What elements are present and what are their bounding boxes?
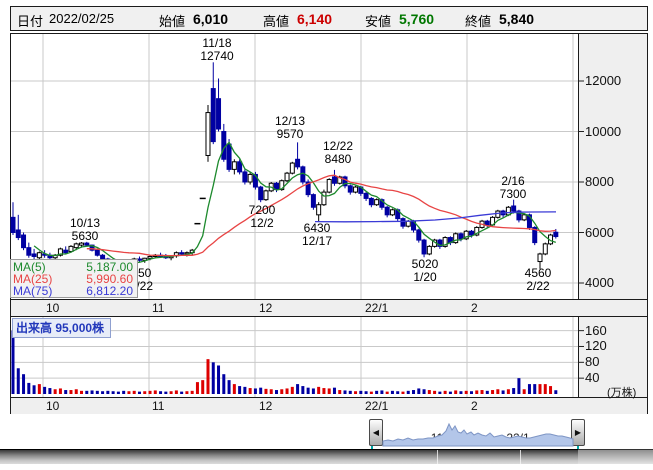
timeline-scrollbar-track[interactable] <box>578 449 653 464</box>
price-axis-label: 6000 <box>585 224 614 240</box>
quote-header-bar: 日付 2022/02/25 始値 6,010 高値 6,140 安値 5,760… <box>10 6 648 31</box>
navigator-month-label: 22/1 <box>506 431 530 445</box>
chart-annotation: 4560 2/22 <box>525 267 552 293</box>
volume-unit-label: (万株) <box>607 387 637 399</box>
ma75-label: MA(75) <box>13 284 53 298</box>
close-label: 終値 <box>465 14 492 29</box>
chart-annotation: 5020 1/20 <box>412 258 439 284</box>
open-value: 6,010 <box>193 11 229 27</box>
annotation-line: 5630 <box>71 229 99 243</box>
price-axis-label: 10000 <box>585 123 622 139</box>
month-label: 11 <box>152 301 165 315</box>
month-label: 22/1 <box>365 301 389 315</box>
chart-annotation: 6430 12/17 <box>302 222 332 248</box>
annotation-line: 7300 <box>499 187 527 201</box>
navigator-right-arrow-button[interactable]: ▶ <box>571 419 585 446</box>
month-label: 12 <box>259 301 273 315</box>
volume-value-badge: 出来高 95,000株 <box>12 318 112 338</box>
price-axis-label: 8000 <box>585 174 614 189</box>
high-label: 高値 <box>263 14 290 29</box>
annotation-line: 9570 <box>276 127 304 141</box>
month-label: 22/1 <box>365 399 389 413</box>
moving-average-legend: MA(5) 5,187.00 MA(25) 5,990.60 MA(75) 6,… <box>10 259 138 298</box>
chart-annotation: 7200 12/2 <box>249 204 276 230</box>
chart-annotation: 12/13 9570 <box>275 115 305 141</box>
price-axis-label: 4000 <box>585 275 614 290</box>
annotation-line: 12/17 <box>301 234 333 248</box>
date-axis-band-bottom <box>10 397 648 415</box>
month-label: 10 <box>46 301 60 315</box>
ma75-value: 6,812.20 <box>86 284 133 298</box>
month-label: 2 <box>471 399 478 413</box>
navigator-left-arrow-button[interactable]: ◀ <box>369 419 383 446</box>
stock-chart-app: 日付 2022/02/25 始値 6,010 高値 6,140 安値 5,760… <box>0 0 653 470</box>
annotation-line: 8480 <box>324 152 352 166</box>
price-axis-label: 12000 <box>585 73 622 88</box>
ma75-legend-row: MA(75) 6,812.20 <box>13 285 133 297</box>
close-value: 5,840 <box>499 11 535 27</box>
annotation-line: 1/20 <box>413 270 437 284</box>
scrollbar-tick <box>520 450 521 464</box>
chart-annotation: 12/22 8480 <box>323 140 353 166</box>
date-value: 2022/02/25 <box>49 11 115 26</box>
low-value: 5,760 <box>399 11 435 27</box>
range-navigator[interactable]: ◀ ▶ 11 22/1 <box>0 414 653 450</box>
date-label: 日付 <box>17 14 44 29</box>
chart-annotation: 2/16 7300 <box>500 175 527 201</box>
date-axis-band-top <box>10 299 648 317</box>
month-label: 11 <box>152 399 165 413</box>
open-label: 始値 <box>159 14 186 29</box>
navigator-month-label: 11 <box>430 431 444 445</box>
low-label: 安値 <box>365 14 392 29</box>
volume-axis-label: 40 <box>585 370 600 386</box>
volume-axis-label: 80 <box>585 354 600 370</box>
annotation-line: 12740 <box>200 49 234 63</box>
month-label: 12 <box>259 399 273 413</box>
volume-axis-label: 160 <box>585 322 607 338</box>
volume-axis-label: 120 <box>585 338 607 354</box>
month-label: 2 <box>471 301 478 315</box>
month-label: 10 <box>46 399 60 413</box>
scrollbar-tick <box>437 450 438 464</box>
chart-annotation: 10/13 5630 <box>70 217 100 243</box>
chart-annotation: 11/18 12740 <box>200 37 233 63</box>
timeline-scrollbar[interactable] <box>0 449 578 464</box>
annotation-line: 12/2 <box>250 216 274 230</box>
annotation-line: 2/22 <box>526 279 550 293</box>
high-value: 6,140 <box>297 11 333 27</box>
